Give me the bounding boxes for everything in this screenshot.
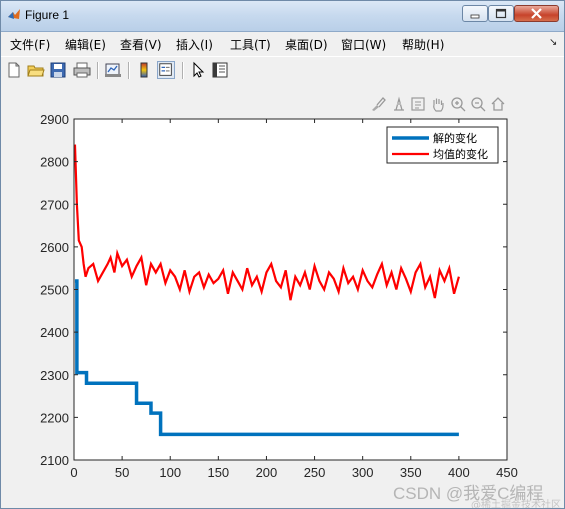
x-tick-label: 400: [448, 465, 470, 480]
y-tick-label: 2800: [40, 155, 69, 170]
watermark-subtext: @稀土掘金技术社区: [471, 500, 561, 509]
x-tick-label: 200: [256, 465, 278, 480]
x-tick-label: 350: [400, 465, 422, 480]
y-tick-label: 2300: [40, 368, 69, 383]
y-tick-label: 2900: [40, 112, 69, 127]
plot-canvas[interactable]: 0 50 100 150 200 250 300 350 400 450 2100 2200 2300 2…: [1, 1, 564, 508]
y-tick-label: 2200: [40, 410, 69, 425]
y-tick-label: 2400: [40, 325, 69, 340]
y-tick-label: 2100: [40, 453, 69, 468]
x-tick-label: 300: [352, 465, 374, 480]
y-tick-label: 2500: [40, 283, 69, 298]
legend-entry-label: 解的变化: [433, 131, 477, 145]
axes-background: [74, 119, 507, 460]
x-tick-label: 450: [496, 465, 518, 480]
x-tick-label: 150: [207, 465, 229, 480]
x-tick-label: 100: [159, 465, 181, 480]
x-tick-label: 0: [70, 465, 77, 480]
figure-window: Figure 1 文件(F) 编辑(E) 查看(V) 插入(I) 工具(T) 桌…: [0, 0, 565, 509]
x-tick-label: 50: [115, 465, 129, 480]
legend-entry-label: 均值的变化: [433, 147, 488, 161]
y-tick-label: 2600: [40, 240, 69, 255]
x-tick-label: 250: [304, 465, 326, 480]
y-tick-label: 2700: [40, 197, 69, 212]
